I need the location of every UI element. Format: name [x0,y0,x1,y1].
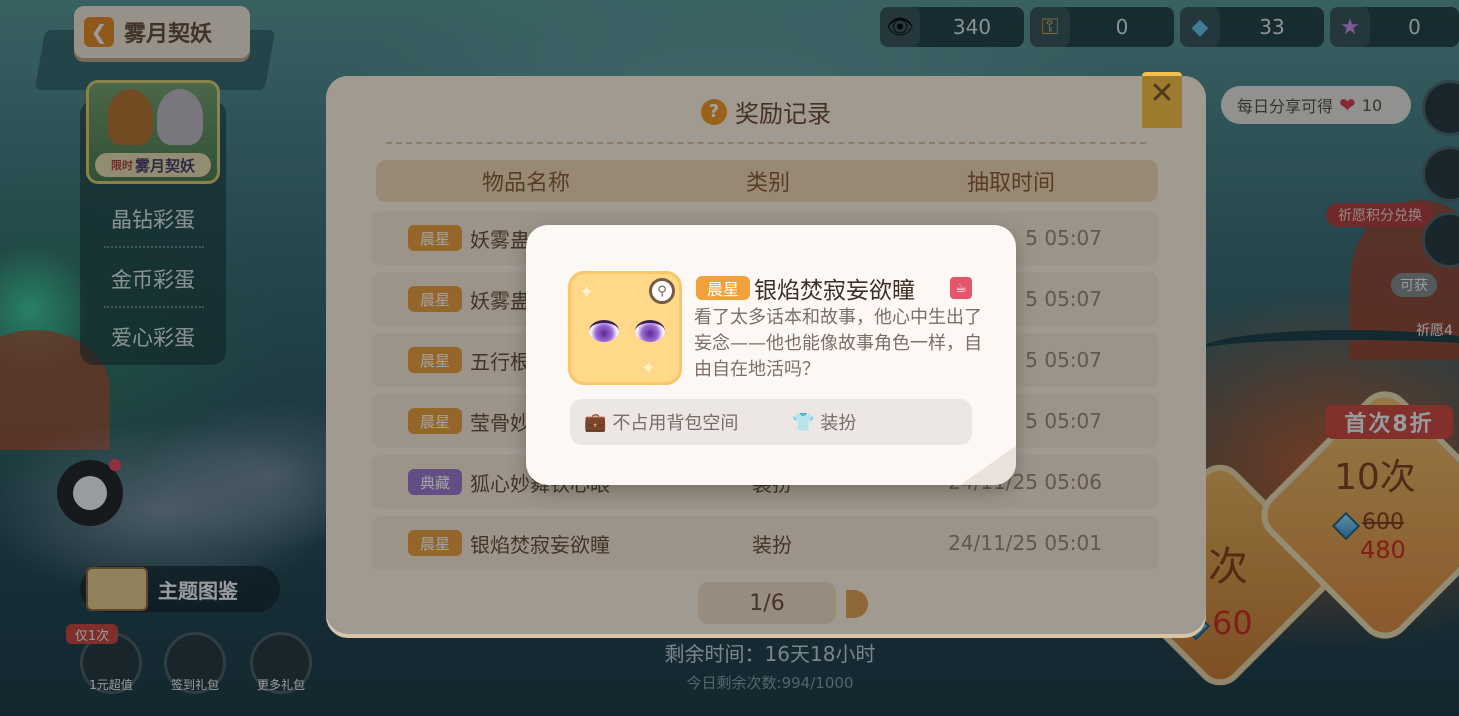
currency-value: 340 [952,15,992,39]
item-thumbnail[interactable]: ✦ ✦ ⚲ [568,271,682,385]
item-description: 看了太多话本和故事，他心中生出了妄念——他也能像故事角色一样，自由自在地活吗？ [694,307,982,380]
available-tag: 可获 [1391,273,1437,297]
rarity-badge: 晨星 [696,276,750,300]
daily-share-button[interactable]: 每日分享可得 ❤ 10 [1221,86,1411,124]
event-banner[interactable]: 限时 雾月契妖 [86,80,220,184]
eye-ticket-icon: 👁 [880,7,920,47]
eyes-icon [589,320,665,346]
signin-pack-label: 签到礼包 [170,678,219,692]
gem-plus-icon: ◆ [1180,7,1220,47]
catalog-book-icon [86,567,148,611]
record-dot-icon [73,476,107,510]
draw-ten-old-price: 600 [1362,510,1404,535]
tag-label: 装扮 [820,413,857,434]
wand-icon: ★ [1330,7,1370,47]
currency-gem[interactable]: ◆ 33 [1180,7,1324,47]
menu-divider [104,246,204,248]
page-fold [960,445,1016,485]
screen-record-button[interactable] [57,459,123,526]
back-button[interactable]: ❮ 雾月契妖 [74,6,250,58]
item-tags-bar: 💼 不占用背包空间 👕 装扮 [570,399,972,445]
currency-key[interactable]: ⚿ 0 [1030,7,1174,47]
remaining-time: 剩余时间：16天18小时 [664,642,876,666]
theme-label: 主题图鉴 [158,578,238,603]
sparkle-icon: ✦ [579,282,595,303]
menu-divider [104,306,204,308]
currency-eye-ticket[interactable]: 👁 340 [880,7,1024,47]
once-only-tag: 仅1次 [66,624,118,644]
currency-wand[interactable]: ★ 0 [1330,7,1459,47]
notification-dot [109,459,121,471]
remaining-draws: 今日剩余次数:994/1000 [686,674,854,692]
heart-icon: ❤ [1339,93,1356,117]
draw-once-label: 次 [1208,544,1248,590]
menu-item-diamond-egg[interactable]: 晶钻彩蛋 [80,204,226,234]
one-yuan-label: 1元超值 [89,678,133,692]
shirt-icon: 👕 [792,411,815,433]
banner-characters [103,89,207,147]
page-title: 雾月契妖 [124,22,213,47]
draw-once-price: 60 [1212,604,1253,642]
menu-item-heart-egg[interactable]: 爱心彩蛋 [80,322,226,352]
draw-ten-new-price: 480 [1360,536,1406,564]
currency-value: 33 [1259,15,1285,39]
share-label: 每日分享可得 [1237,97,1334,116]
item-detail-popup: ✦ ✦ ⚲ 晨星 银焰焚寂妄欲瞳 ☕ 看了太多话本和故事，他心中生出了妄念——他… [526,225,1016,485]
more-packs-label: 更多礼包 [256,678,305,692]
cup-icon: ☕ [950,277,972,299]
tag-label: 不占用背包空间 [612,413,739,434]
menu-item-gold-egg[interactable]: 金币彩蛋 [80,264,226,294]
theme-catalog-button[interactable]: 主题图鉴 [80,566,280,612]
item-name: 银焰焚寂妄欲瞳 [754,278,915,304]
wish-label: 祈愿4 [1416,323,1453,339]
currency-value: 0 [1408,15,1421,39]
first-discount-tag: 首次8折 [1325,405,1453,439]
draw-ten-label: 10次 [1334,457,1416,498]
banner-title: 雾月契妖 [134,156,195,175]
back-arrow-icon: ❮ [84,17,114,47]
wish-points-exchange[interactable]: 祈愿积分兑换 [1326,203,1434,227]
sparkle-icon: ✦ [641,358,657,379]
tag-outfit: 👕 装扮 [792,399,856,445]
banner-label: 限时 雾月契妖 [95,153,211,177]
banner-tag: 限时 [110,159,133,172]
tag-no-inventory: 💼 不占用背包空间 [584,399,738,445]
key-icon: ⚿ [1030,7,1070,47]
zoom-icon[interactable]: ⚲ [649,278,675,304]
share-value: 10 [1361,95,1383,115]
currency-value: 0 [1115,15,1129,39]
briefcase-icon: 💼 [584,411,607,433]
